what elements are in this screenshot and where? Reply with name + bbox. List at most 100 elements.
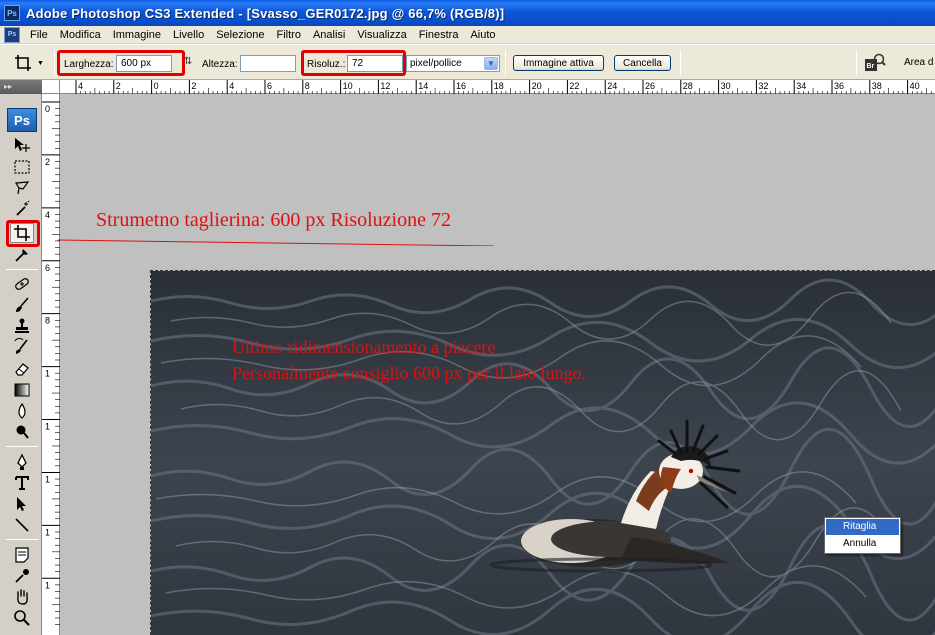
menu-selezione[interactable]: Selezione: [210, 26, 270, 44]
vertical-ruler[interactable]: 0 2 4 6 8 1 1 1 1 1: [42, 94, 60, 635]
dodge-tool[interactable]: [10, 422, 34, 442]
ruler-tick-label: 0: [45, 104, 50, 114]
lasso-tool[interactable]: [10, 178, 34, 198]
lasso-icon: [14, 181, 30, 195]
ruler-tick-label: 18: [494, 81, 504, 91]
blur-tool[interactable]: [10, 401, 34, 421]
toolbox-divider: [6, 269, 38, 270]
tool-preset-picker[interactable]: ▼: [14, 53, 50, 73]
ruler-tick-label: 8: [305, 81, 310, 91]
clone-stamp-tool[interactable]: [10, 316, 34, 336]
photoshop-logo[interactable]: Ps: [7, 108, 37, 132]
horizontal-ruler[interactable]: 4202468101214161820222426283032343638404…: [42, 80, 935, 94]
path-selection-tool[interactable]: [10, 494, 34, 514]
toolbox-grip[interactable]: ▸▸: [0, 80, 42, 94]
options-bar: ▼ Larghezza: 600 px ⇅ Altezza: Risoluz.:…: [0, 44, 935, 80]
ruler-tick-label: 28: [683, 81, 693, 91]
menu-visualizza[interactable]: Visualizza: [351, 26, 412, 44]
ruler-origin[interactable]: [42, 80, 60, 94]
front-image-button[interactable]: Immagine attiva: [513, 55, 604, 71]
gradient-tool[interactable]: [10, 380, 34, 400]
width-label: Larghezza:: [64, 59, 114, 70]
menu-filtro[interactable]: Filtro: [271, 26, 307, 44]
divider: [856, 50, 857, 76]
ruler-tick-label: 1: [45, 474, 50, 484]
menu-analisi[interactable]: Analisi: [307, 26, 351, 44]
eraser-icon: [15, 363, 29, 376]
ruler-tick-label: 36: [834, 81, 844, 91]
photo-great-crested-grebe[interactable]: [150, 270, 935, 635]
divider: [54, 50, 55, 76]
ruler-tick-label: 1: [45, 580, 50, 590]
ruler-tick-label: 0: [154, 81, 159, 91]
notes-tool[interactable]: [10, 545, 34, 565]
history-brush-tool[interactable]: [10, 337, 34, 357]
type-icon: [15, 476, 29, 490]
healing-brush-tool[interactable]: [10, 274, 34, 294]
document-icon[interactable]: Ps: [4, 26, 20, 43]
healing-brush-icon: [15, 278, 29, 290]
menu-finestra[interactable]: Finestra: [413, 26, 465, 44]
path-selection-icon: [17, 497, 26, 511]
notes-icon: [15, 547, 29, 563]
toolbox-divider: [6, 539, 38, 540]
eyedropper-tool[interactable]: [10, 566, 34, 586]
resolution-input[interactable]: 72: [347, 55, 403, 72]
ruler-tick-label: 34: [796, 81, 806, 91]
context-menu-crop[interactable]: Ritaglia: [826, 519, 899, 535]
ruler-tick-label: 32: [758, 81, 768, 91]
toolbox-panel: ▸▸ Ps: [0, 80, 42, 635]
menu-aiuto[interactable]: Aiuto: [464, 26, 501, 44]
crop-icon: [15, 55, 31, 71]
resolution-label: Risoluz.:: [307, 59, 346, 70]
move-tool[interactable]: [10, 135, 34, 155]
zoom-tool[interactable]: [10, 608, 34, 628]
eraser-tool[interactable]: [10, 359, 34, 379]
magic-wand-tool[interactable]: [10, 199, 34, 219]
ruler-tick-label: 6: [45, 263, 50, 273]
ruler-tick-label: 1: [45, 369, 50, 379]
photoshop-app-icon[interactable]: Ps: [4, 5, 20, 21]
menu-file[interactable]: File: [24, 26, 54, 44]
svg-text:Br: Br: [867, 63, 875, 70]
ruler-tick-label: 2: [116, 81, 121, 91]
width-input[interactable]: 600 px: [116, 55, 172, 72]
clear-button[interactable]: Cancella: [614, 55, 671, 71]
menu-immagine[interactable]: Immagine: [107, 26, 167, 44]
ruler-tick-label: 8: [45, 316, 50, 326]
ruler-tick-label: 4: [45, 210, 50, 220]
hand-tool[interactable]: [10, 587, 34, 607]
line-tool[interactable]: [10, 515, 34, 535]
divider: [505, 50, 506, 76]
move-icon: [15, 138, 30, 152]
pen-tool[interactable]: [10, 452, 34, 472]
eyedropper-slice-icon: [15, 249, 28, 262]
ruler-tick-label: 22: [569, 81, 579, 91]
type-tool[interactable]: [10, 473, 34, 493]
swap-dimensions-icon[interactable]: ⇅: [184, 56, 192, 67]
height-label: Altezza:: [202, 59, 238, 70]
menu-modifica[interactable]: Modifica: [54, 26, 107, 44]
menu-livello[interactable]: Livello: [167, 26, 210, 44]
slice-tool[interactable]: [10, 245, 34, 265]
zoom-icon: [14, 610, 30, 626]
crop-tool-annotation: Strumetno taglierina: 600 px Risoluzione…: [96, 209, 451, 231]
hand-icon: [17, 589, 28, 605]
vertical-ruler-ticks: 0 2 4 6 8 1 1 1 1 1: [42, 101, 60, 625]
crop-tool[interactable]: [10, 223, 34, 243]
marquee-tool[interactable]: [10, 157, 34, 177]
ruler-tick-label: 1: [45, 527, 50, 537]
resolution-units-select[interactable]: pixel/pollice ▼: [406, 55, 500, 72]
ruler-tick-label: 26: [645, 81, 655, 91]
bridge-icon[interactable]: Br: [864, 53, 888, 73]
ruler-tick-label: 4: [78, 81, 83, 91]
marquee-icon: [14, 160, 30, 174]
height-input[interactable]: [240, 55, 296, 72]
horizontal-ruler-ticks: 4202468101214161820222426283032343638404…: [75, 80, 932, 94]
workspace-label[interactable]: Area d: [904, 57, 933, 68]
history-brush-icon: [14, 338, 28, 354]
window-title: Adobe Photoshop CS3 Extended - [Svasso_G…: [26, 5, 505, 21]
brush-tool[interactable]: [10, 295, 34, 315]
context-menu-cancel[interactable]: Annulla: [826, 536, 899, 552]
blur-icon: [18, 402, 26, 419]
